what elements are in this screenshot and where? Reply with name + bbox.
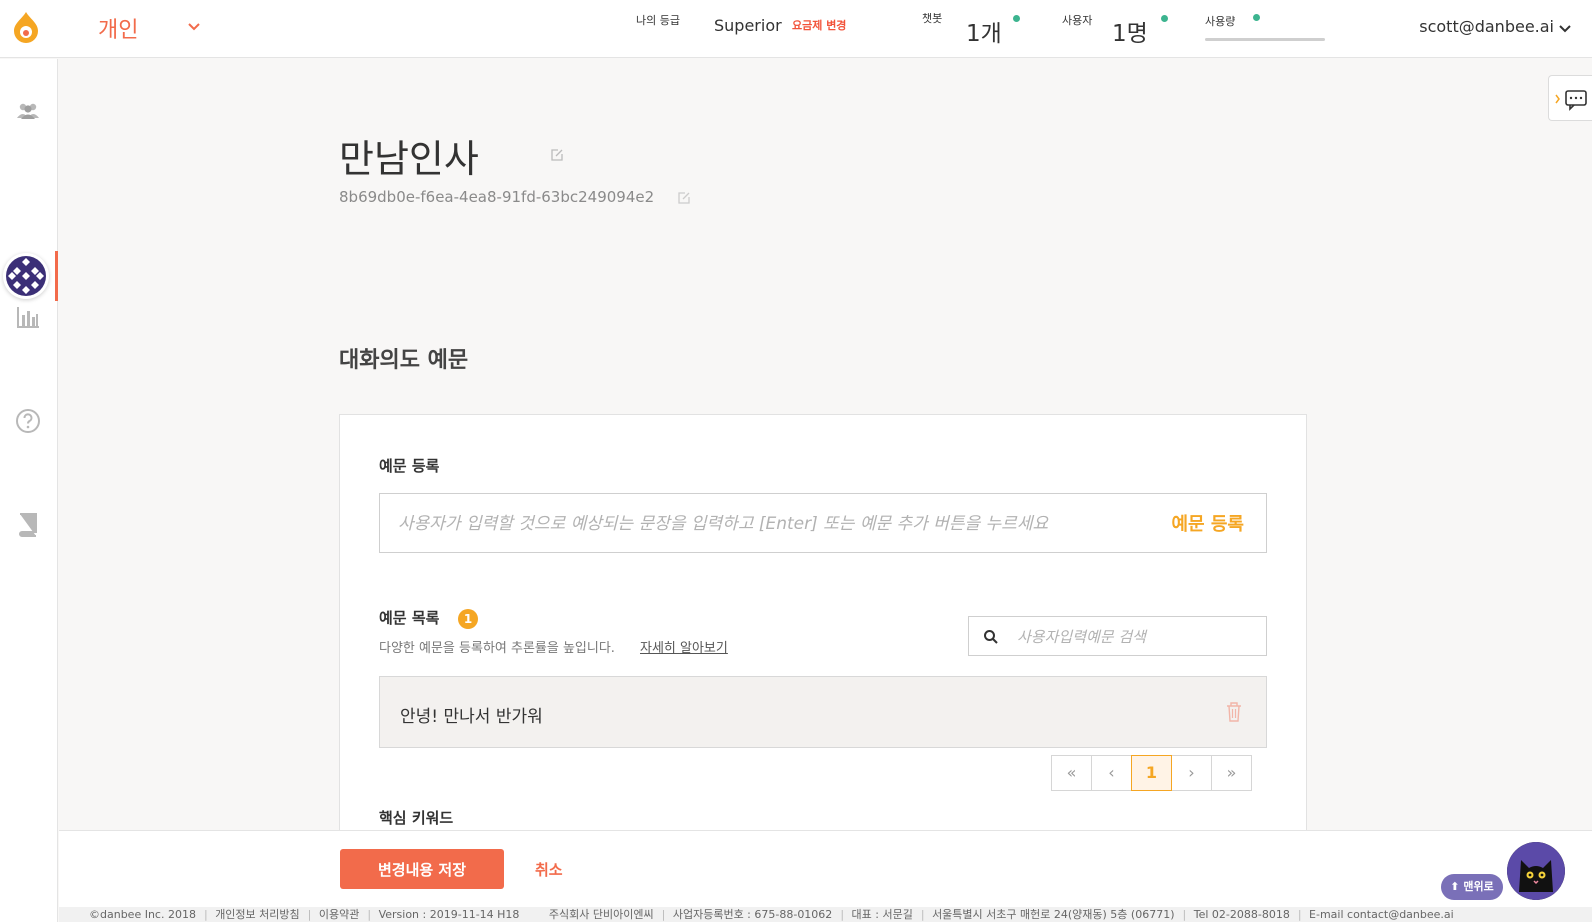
page-button-current[interactable]: 1 <box>1131 755 1172 791</box>
example-hint: 다양한 예문을 등록하여 추론률을 높입니다. <box>379 641 615 656</box>
user-count-label: 사용자 <box>1062 14 1093 27</box>
usage-status-dot <box>1253 14 1260 21</box>
chat-bubble-icon <box>1555 90 1587 111</box>
save-button[interactable]: 변경내용 저장 <box>340 849 504 889</box>
scroll-to-top-button[interactable]: ⬆ 맨위로 <box>1441 874 1503 900</box>
cat-face-icon <box>1507 842 1565 900</box>
footer-company: 주식회사 단비아이엔씨 <box>548 908 654 921</box>
footer-tel: Tel 02-2088-8018 <box>1193 908 1290 921</box>
register-input-box: 예문 등록 <box>379 493 1267 553</box>
sidebar <box>0 59 58 922</box>
search-icon <box>984 630 998 644</box>
bot-avatar[interactable] <box>3 253 49 299</box>
edit-title-icon[interactable] <box>550 148 564 162</box>
cancel-button[interactable]: 취소 <box>535 859 563 880</box>
register-label: 예문 등록 <box>379 457 440 475</box>
workspace-selector[interactable]: 개인 <box>98 12 138 44</box>
bot-title: 만남인사 <box>339 137 479 181</box>
book-icon[interactable] <box>14 510 42 538</box>
bar-chart-icon[interactable] <box>14 303 42 331</box>
example-text: 안녕! 만나서 반가워 <box>400 707 543 727</box>
trash-icon[interactable] <box>1224 701 1244 723</box>
pattern-avatar-icon <box>6 256 46 296</box>
chatbot-cat-avatar[interactable] <box>1507 842 1565 900</box>
action-bar: 변경내용 저장 취소 <box>59 830 1592 907</box>
account-menu[interactable]: scott@danbee.ai <box>1419 17 1554 36</box>
example-search-box <box>968 616 1267 656</box>
bot-id: 8b69db0e-f6ea-4ea8-91fd-63bc249094e2 <box>339 188 655 206</box>
example-search-input[interactable] <box>1017 626 1247 648</box>
list-item[interactable]: 안녕! 만나서 반가워 <box>379 676 1267 748</box>
user-status-dot <box>1161 15 1168 22</box>
chatbot-status-dot <box>1013 15 1020 22</box>
footer-biz-no: 사업자등록번호 : 675-88-01062 <box>672 908 833 921</box>
grade-value: Superior <box>714 16 782 35</box>
footer-copyright: ©danbee Inc. 2018 <box>89 908 196 921</box>
first-page-button[interactable]: « <box>1051 755 1092 791</box>
sidebar-active-indicator <box>55 251 58 301</box>
prev-page-button[interactable]: ‹ <box>1091 755 1132 791</box>
keyword-label: 핵심 키워드 <box>379 809 454 827</box>
example-card: 예문 등록 예문 등록 예문 목록 1 다양한 예문을 등록하여 추론률을 높입… <box>339 414 1307 844</box>
footer-ceo: 대표 : 서문길 <box>851 908 913 921</box>
user-count-value: 1명 <box>1112 21 1148 47</box>
chatbot-count-label: 챗봇 <box>922 12 943 25</box>
pagination: « ‹ 1 › » <box>1051 755 1252 791</box>
footer: ©danbee Inc. 2018 | 개인정보 처리방침 | 이용약관 | Vers… <box>59 907 1592 922</box>
register-example-input[interactable] <box>398 510 1128 538</box>
footer-email: E-mail contact@danbee.ai <box>1309 908 1454 921</box>
usage-label: 사용량 <box>1205 15 1236 28</box>
example-count-badge: 1 <box>458 609 478 629</box>
top-bar: 개인 나의 등급 Superior 요금제 변경 챗봇 1개 사용자 1명 사용… <box>0 0 1592 58</box>
last-page-button[interactable]: » <box>1211 755 1252 791</box>
grade-label: 나의 등급 <box>636 14 680 27</box>
chat-panel-toggle[interactable] <box>1548 75 1592 121</box>
plan-change-link[interactable]: 요금제 변경 <box>792 17 846 33</box>
next-page-button[interactable]: › <box>1171 755 1212 791</box>
help-icon[interactable] <box>14 407 42 435</box>
footer-terms-link[interactable]: 이용약관 <box>319 908 359 921</box>
register-example-button[interactable]: 예문 등록 <box>1171 510 1244 536</box>
footer-version: Version : 2019-11-14 H18 <box>378 908 520 921</box>
learn-more-link[interactable]: 자세히 알아보기 <box>640 637 728 656</box>
example-list-label: 예문 목록 <box>379 609 440 627</box>
usage-bar <box>1205 38 1325 41</box>
chevron-down-icon[interactable] <box>187 20 201 34</box>
users-icon[interactable] <box>14 97 42 125</box>
danbee-logo-icon[interactable] <box>12 11 40 43</box>
footer-address: 서울특별시 서초구 매헌로 24(양재동) 5층 (06771) <box>932 908 1175 921</box>
footer-privacy-link[interactable]: 개인정보 처리방침 <box>215 908 299 921</box>
chevron-down-icon[interactable] <box>1558 22 1572 36</box>
edit-id-icon[interactable] <box>677 191 691 205</box>
section-title: 대화의도 예문 <box>339 348 469 373</box>
chatbot-count-value: 1개 <box>966 21 1002 47</box>
